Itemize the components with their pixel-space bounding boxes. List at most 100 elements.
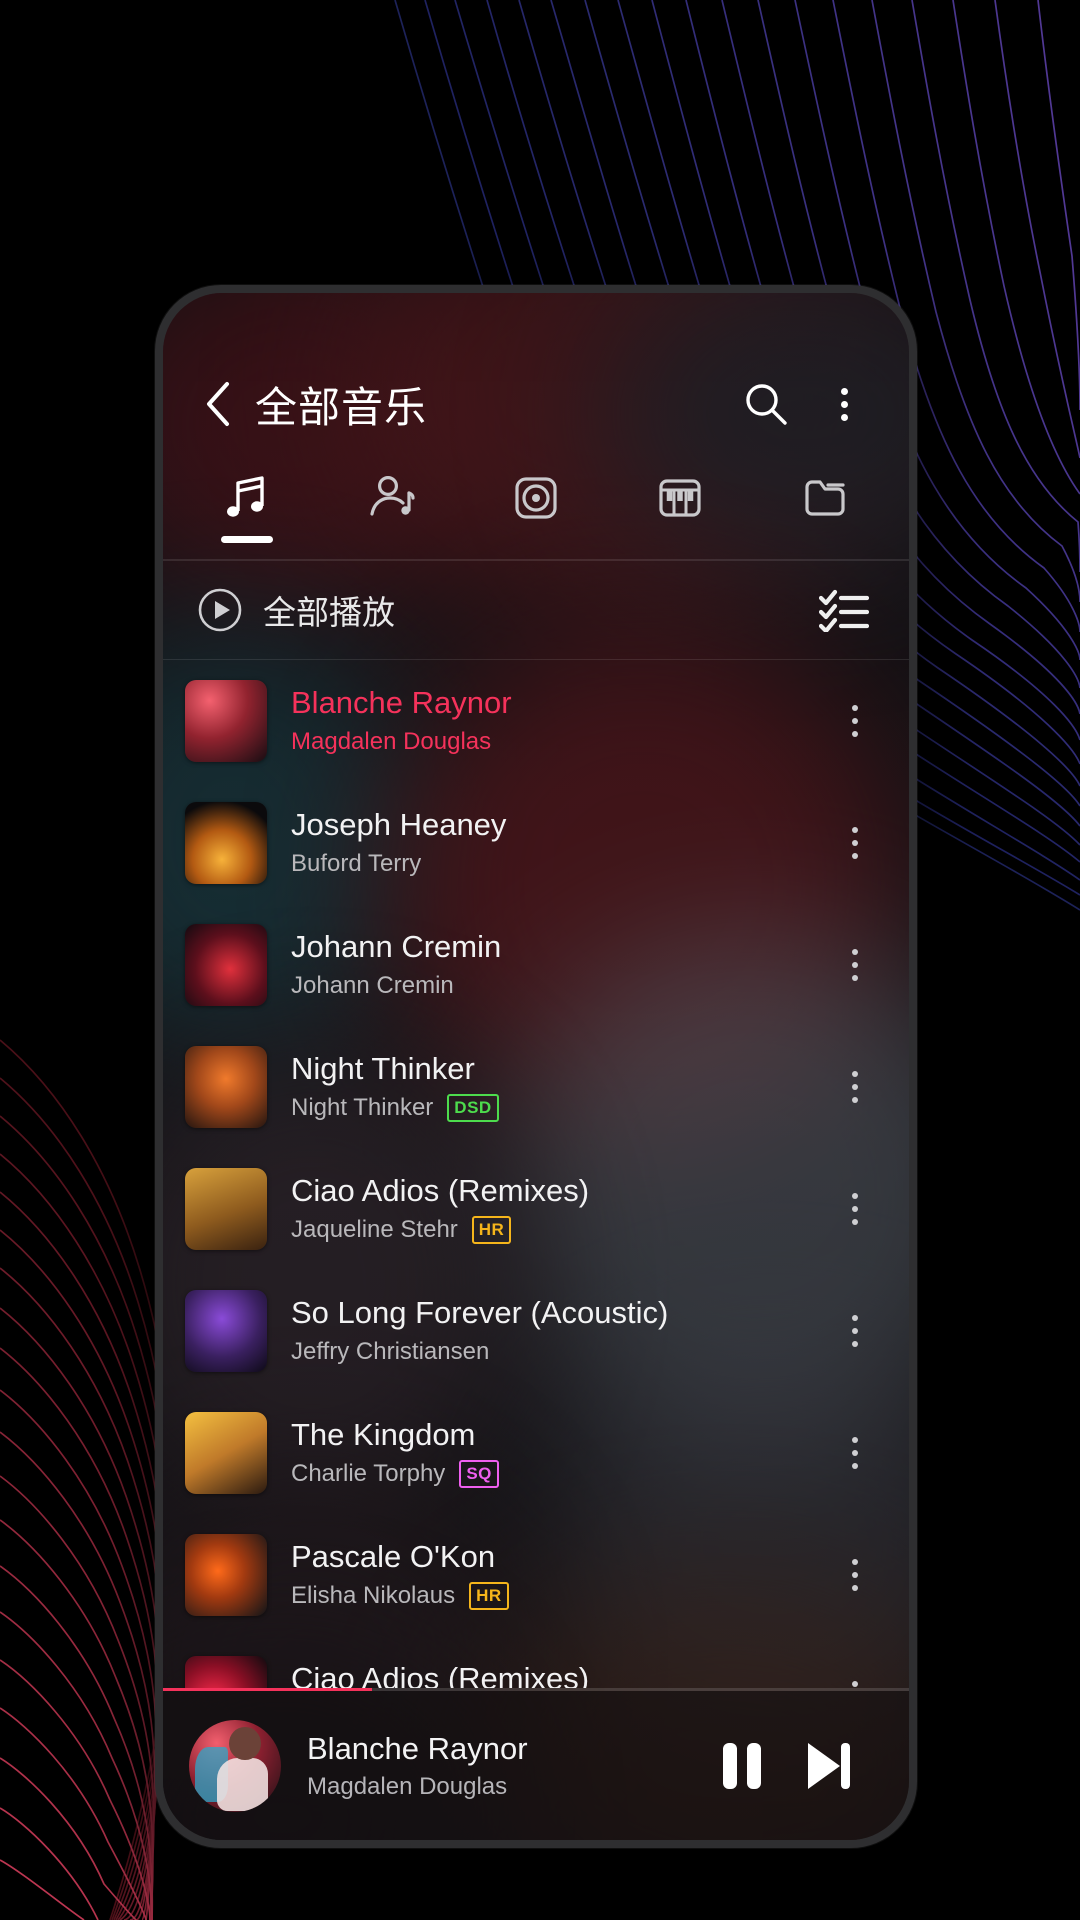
song-title: Ciao Adios (Remixes) (291, 1173, 590, 1209)
song-overflow-menu-button[interactable] (827, 1433, 883, 1472)
song-overflow-menu-button[interactable] (827, 1189, 883, 1228)
song-list-item[interactable]: Night Thinker Night Thinker DSD (163, 1026, 909, 1148)
song-title: Night Thinker (291, 1051, 475, 1087)
song-title: So Long Forever (Acoustic) (291, 1295, 669, 1331)
mini-player: Blanche Raynor Magdalen Douglas (163, 1688, 909, 1840)
kebab-menu-icon (852, 1189, 858, 1228)
song-list[interactable]: Blanche Raynor Magdalen Douglas Joseph Hea… (163, 660, 909, 1688)
song-artist: Johann Cremin (291, 972, 454, 1000)
play-circle-icon (198, 588, 242, 632)
multiselect-button[interactable] (813, 579, 875, 641)
chevron-left-icon (207, 382, 229, 426)
album-artwork (185, 801, 267, 884)
tab-songs[interactable] (175, 463, 319, 559)
song-metadata: Joseph Heaney Buford Terry (291, 807, 827, 878)
kebab-menu-icon (852, 823, 858, 862)
song-artist: Elisha Nikolaus (291, 1582, 456, 1610)
kebab-menu-icon (852, 1433, 858, 1472)
song-list-item[interactable]: The Kingdom Charlie Torphy SQ (163, 1392, 909, 1514)
song-metadata: The Kingdom Charlie Torphy SQ (291, 1417, 827, 1489)
phone-screen: 全部音乐 全部播放 Blanche Raynor Magdalen Dougla… (163, 293, 909, 1840)
song-artist: Jaqueline Stehr (291, 1216, 458, 1244)
kebab-menu-icon (852, 1311, 858, 1350)
album-artwork (185, 1533, 267, 1616)
song-subtitle-row: Magdalen Douglas (291, 728, 827, 756)
song-subtitle-row: Elisha Nikolaus HR (291, 1582, 827, 1611)
album-artwork (185, 1289, 267, 1372)
song-overflow-menu-button[interactable] (827, 701, 883, 740)
search-button[interactable] (735, 373, 797, 435)
song-artist: Night Thinker (291, 1094, 434, 1122)
tab-active-indicator (221, 536, 274, 543)
tab-genres[interactable] (608, 463, 752, 559)
kebab-menu-icon (852, 1555, 858, 1594)
album-disc-icon (509, 469, 563, 527)
song-title: Blanche Raynor (291, 685, 512, 721)
kebab-menu-icon (840, 385, 848, 424)
song-title: Joseph Heaney (291, 807, 507, 843)
skip-next-icon (808, 1742, 850, 1789)
folder-icon (798, 469, 852, 527)
song-metadata: Blanche Raynor Magdalen Douglas (291, 685, 827, 756)
song-list-item[interactable]: Ciao Adios (Remixes) Jaqueline Stehr HR (163, 1148, 909, 1270)
song-overflow-menu-button[interactable] (827, 823, 883, 862)
song-title: Johann Cremin (291, 929, 502, 965)
quality-badge-hr: HR (469, 1582, 509, 1611)
mini-player-artwork[interactable] (189, 1719, 281, 1812)
album-artwork (185, 923, 267, 1006)
kebab-menu-icon (852, 701, 858, 740)
kebab-menu-icon (852, 1677, 858, 1688)
page-title: 全部音乐 (255, 383, 428, 431)
overflow-menu-button[interactable] (813, 373, 875, 435)
song-metadata: Johann Cremin Johann Cremin (291, 929, 827, 1000)
song-list-item[interactable]: Johann Cremin Johann Cremin (163, 904, 909, 1026)
song-subtitle-row: Charlie Torphy SQ (291, 1460, 827, 1489)
piano-keys-icon (653, 469, 707, 527)
quality-badge-sq: SQ (459, 1460, 499, 1489)
artist-icon (365, 469, 419, 527)
play-all-button[interactable]: 全部播放 (197, 586, 813, 634)
mini-player-metadata: Blanche Raynor Magdalen Douglas (307, 1731, 699, 1801)
quality-badge-dsd: DSD (447, 1094, 499, 1123)
app-bar: 全部音乐 (163, 345, 909, 463)
song-artist: Magdalen Douglas (291, 728, 492, 756)
song-subtitle-row: Jaqueline Stehr HR (291, 1216, 827, 1245)
phone-device-frame: 全部音乐 全部播放 Blanche Raynor Magdalen Dougla… (155, 285, 917, 1848)
mini-player-bar[interactable]: Blanche Raynor Magdalen Douglas (163, 1691, 909, 1840)
song-overflow-menu-button[interactable] (827, 945, 883, 984)
song-artist: Jeffry Christiansen (291, 1338, 490, 1366)
song-list-item[interactable]: Pascale O'Kon Elisha Nikolaus HR (163, 1514, 909, 1636)
song-overflow-menu-button[interactable] (827, 1555, 883, 1594)
library-tab-bar (163, 463, 909, 559)
song-list-item[interactable]: So Long Forever (Acoustic) Jeffry Christi… (163, 1270, 909, 1392)
song-overflow-menu-button[interactable] (827, 1677, 883, 1688)
tab-artists[interactable] (319, 463, 463, 559)
play-all-row: 全部播放 (163, 561, 909, 659)
tab-albums[interactable] (464, 463, 608, 559)
album-artwork (185, 1655, 267, 1688)
song-metadata: Ciao Adios (Remixes)Willis Osinski (291, 1661, 827, 1688)
song-list-item[interactable]: Ciao Adios (Remixes)Willis Osinski (163, 1636, 909, 1688)
song-subtitle-row: Johann Cremin (291, 972, 827, 1000)
next-track-button[interactable] (785, 1723, 871, 1809)
song-artist: Charlie Torphy (291, 1460, 446, 1488)
song-list-item[interactable]: Blanche Raynor Magdalen Douglas (163, 660, 909, 782)
album-artwork (185, 1167, 267, 1250)
album-artwork (185, 1045, 267, 1128)
song-title: The Kingdom (291, 1417, 476, 1453)
back-button[interactable] (191, 377, 245, 431)
album-artwork (185, 1411, 267, 1494)
checklist-icon (819, 589, 869, 632)
song-subtitle-row: Night Thinker DSD (291, 1094, 827, 1123)
song-title: Pascale O'Kon (291, 1539, 496, 1575)
mini-player-title: Blanche Raynor (307, 1730, 528, 1766)
song-list-item[interactable]: Joseph Heaney Buford Terry (163, 782, 909, 904)
song-title: Ciao Adios (Remixes) (291, 1661, 590, 1688)
album-artwork (185, 679, 267, 762)
pause-button[interactable] (699, 1723, 785, 1809)
song-overflow-menu-button[interactable] (827, 1311, 883, 1350)
song-metadata: Ciao Adios (Remixes) Jaqueline Stehr HR (291, 1173, 827, 1245)
song-subtitle-row: Buford Terry (291, 850, 827, 878)
tab-folders[interactable] (753, 463, 897, 559)
song-overflow-menu-button[interactable] (827, 1067, 883, 1106)
